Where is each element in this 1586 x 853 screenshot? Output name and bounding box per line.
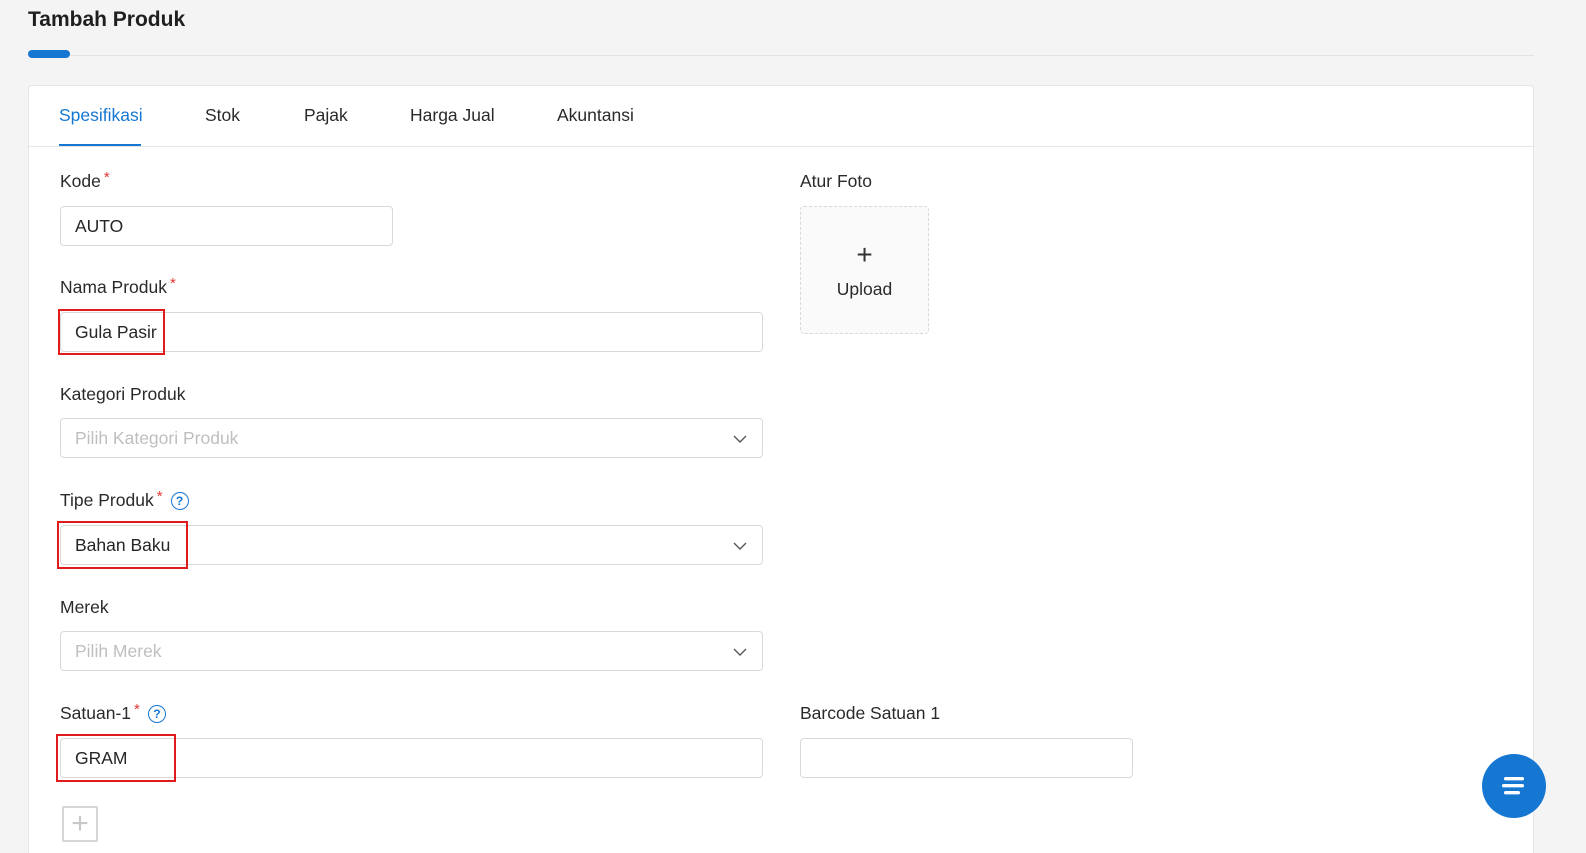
tipe-produk-label: Tipe Produk * ? <box>60 488 189 511</box>
kategori-produk-placeholder: Pilih Kategori Produk <box>75 427 239 448</box>
plus-icon: + <box>71 807 89 840</box>
question-circle-icon[interactable]: ? <box>147 704 166 723</box>
page-title: Tambah Produk <box>28 8 186 31</box>
upload-label: Upload <box>836 278 893 299</box>
chat-button[interactable] <box>1482 754 1546 818</box>
merek-label-text: Merek <box>60 597 109 617</box>
tab-akuntansi[interactable]: Akuntansi <box>557 105 634 126</box>
satuan-1-label-text: Satuan-1 <box>60 703 132 723</box>
barcode-satuan-1-input[interactable] <box>800 738 1133 778</box>
kategori-produk-label: Kategori Produk <box>60 384 186 405</box>
barcode-satuan-1-label-text: Barcode Satuan 1 <box>800 703 941 723</box>
kategori-produk-select[interactable]: Pilih Kategori Produk <box>60 418 763 458</box>
plus-icon: + <box>856 238 873 270</box>
satuan-1-input[interactable]: GRAM <box>60 738 763 778</box>
kode-value: AUTO <box>75 215 124 236</box>
nama-produk-label: Nama Produk * <box>60 275 176 298</box>
merek-placeholder: Pilih Merek <box>75 640 162 661</box>
add-unit-button[interactable]: + <box>62 806 98 842</box>
tipe-produk-value: Bahan Baku <box>75 534 171 555</box>
tab-bar: Spesifikasi Stok Pajak Harga Jual Akunta… <box>29 86 1533 147</box>
tab-pajak[interactable]: Pajak <box>304 105 348 126</box>
upload-photo-button[interactable]: + Upload <box>800 206 929 334</box>
page: Tambah Produk Spesifikasi Stok Pajak Har… <box>0 0 1586 853</box>
chevron-down-icon <box>733 435 747 443</box>
barcode-satuan-1-label: Barcode Satuan 1 <box>800 703 940 724</box>
active-tab-indicator <box>59 144 141 146</box>
merek-select[interactable]: Pilih Merek <box>60 631 763 671</box>
satuan-1-value: GRAM <box>75 747 128 768</box>
tab-spesifikasi[interactable]: Spesifikasi <box>59 105 143 126</box>
required-marker: * <box>134 701 140 718</box>
required-marker: * <box>103 169 110 186</box>
title-accent-bar <box>28 50 70 58</box>
chevron-down-icon <box>733 648 747 656</box>
required-marker: * <box>170 275 176 292</box>
atur-foto-label-text: Atur Foto <box>800 171 872 191</box>
atur-foto-label: Atur Foto <box>800 171 872 192</box>
satuan-1-label: Satuan-1 * ? <box>60 701 166 724</box>
tipe-produk-label-text: Tipe Produk <box>60 490 154 510</box>
form-card: Spesifikasi Stok Pajak Harga Jual Akunta… <box>28 85 1534 853</box>
question-circle-icon[interactable]: ? <box>170 491 189 510</box>
merek-label: Merek <box>60 597 109 618</box>
chevron-down-icon <box>733 542 747 550</box>
nama-produk-label-text: Nama Produk <box>60 277 167 297</box>
chat-icon <box>1502 777 1524 795</box>
title-divider <box>28 55 1534 56</box>
nama-produk-input[interactable]: Gula Pasir <box>60 312 763 352</box>
tipe-produk-select[interactable]: Bahan Baku <box>60 525 763 565</box>
nama-produk-value: Gula Pasir <box>75 321 157 342</box>
tab-stok[interactable]: Stok <box>205 105 240 126</box>
kategori-produk-label-text: Kategori Produk <box>60 384 186 404</box>
kode-input[interactable]: AUTO <box>60 206 393 246</box>
required-marker: * <box>156 488 163 505</box>
tab-harga-jual[interactable]: Harga Jual <box>410 105 495 126</box>
kode-label-text: Kode <box>60 171 101 191</box>
kode-label: Kode * <box>60 169 110 192</box>
